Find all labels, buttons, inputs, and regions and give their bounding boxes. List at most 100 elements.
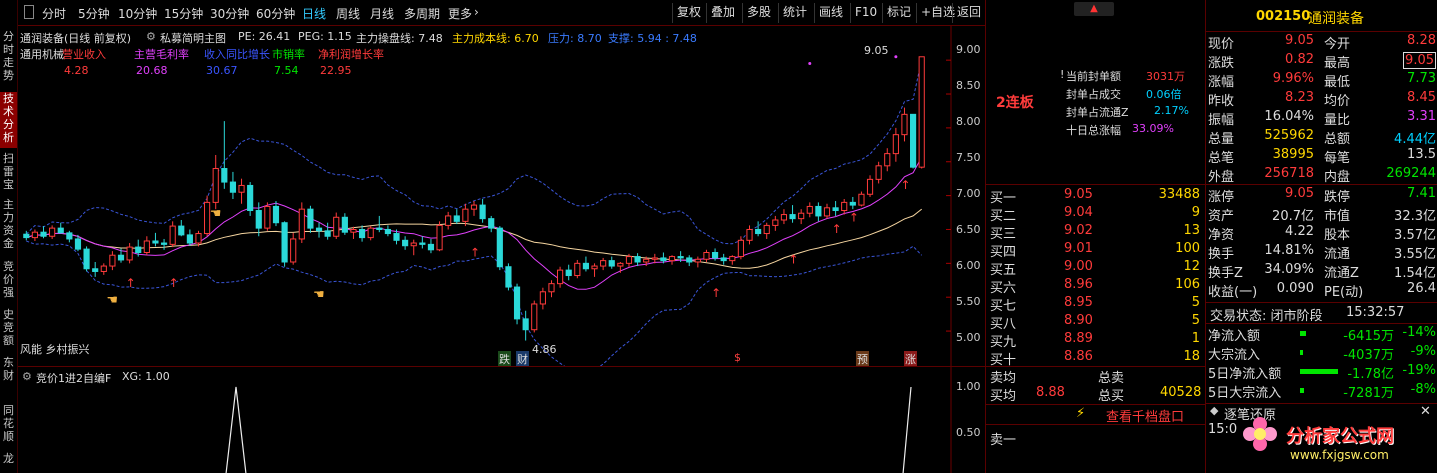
candle <box>272 201 280 227</box>
candle <box>892 127 899 162</box>
buy-signal-arrow: ↑ <box>849 210 859 224</box>
signal-dot <box>894 55 898 59</box>
stat-label: 量比 <box>1324 113 1351 128</box>
candle <box>92 261 99 277</box>
view-depth-link[interactable]: 查看千档盘口 <box>1106 406 1184 425</box>
side-tab-auction[interactable]: 竞价强 <box>0 260 17 302</box>
upper-band-line <box>25 59 923 245</box>
side-tab-eastmoney[interactable]: 东财 <box>0 356 17 386</box>
candle <box>910 113 917 169</box>
toolbar-mark[interactable]: 标记 <box>882 3 915 23</box>
toolbar-multi-stock[interactable]: 多股 <box>742 3 775 23</box>
period-5min[interactable]: 5分钟 <box>78 5 110 22</box>
period-multi[interactable]: 多周期 <box>404 5 440 22</box>
candle <box>109 251 116 271</box>
stat-value: 26.4 <box>1407 281 1436 296</box>
side-tab-auction-amount[interactable]: 史竞额 <box>0 308 17 350</box>
candlestick-plot[interactable]: ↑ ↑ ↑ ↑ ↑ ↑ ↑ ↑ ☚ ☚ ☚ <box>18 26 985 366</box>
side-tab-main-funds[interactable]: 主力资金 <box>0 198 17 254</box>
period-intraday[interactable]: 分时 <box>42 5 66 22</box>
y-tick-label: 7.50 <box>956 151 981 164</box>
bid-volume: 100 <box>1175 241 1200 256</box>
stat-value: 3.55亿 <box>1394 247 1436 262</box>
stat-label: 最高 <box>1324 56 1351 71</box>
candle <box>152 232 159 247</box>
candle <box>729 255 736 265</box>
stat-label: 现价 <box>1208 37 1235 52</box>
side-tab-technical[interactable]: 技术分析 <box>0 92 17 148</box>
stat-label: 昨收 <box>1208 94 1235 109</box>
marker-forecast[interactable]: 预 <box>856 351 869 367</box>
stat-label: 跌停 <box>1324 190 1351 205</box>
period-daily[interactable]: 日线 <box>302 5 326 22</box>
marker-limit-up[interactable]: 涨 <box>904 351 917 367</box>
toolbar-statistics[interactable]: 统计 <box>778 3 811 23</box>
period-10min[interactable]: 10分钟 <box>118 5 157 22</box>
candle <box>436 221 443 252</box>
collapse-up-icon[interactable]: ▲ <box>1074 2 1114 16</box>
candle <box>884 148 891 172</box>
candle <box>384 225 391 237</box>
indicator-plot[interactable] <box>18 367 985 473</box>
candle <box>746 225 753 245</box>
stat-value: 16.04% <box>1264 109 1314 124</box>
y-tick-label: 6.50 <box>956 223 981 236</box>
side-tab-ths[interactable]: 同花顺 <box>0 404 17 446</box>
candle <box>600 257 607 271</box>
candle <box>574 259 581 279</box>
toolbar-overlay[interactable]: 叠加 <box>706 3 739 23</box>
flow-label: 5日大宗流入 <box>1208 386 1282 401</box>
bid-volume: 12 <box>1183 259 1200 274</box>
stat-label: 股本 <box>1324 228 1351 243</box>
bid-level-label: 买七 <box>990 299 1017 314</box>
tick-collapse-icon[interactable]: ◆ <box>1210 404 1218 417</box>
tick-close-icon[interactable]: ✕ <box>1420 404 1431 419</box>
candle <box>40 226 47 239</box>
bid-list: 买一 9.05 33488 买二 9.04 9 买三 9.02 13 买四 9.01 100 买五 9.0… <box>986 184 1206 368</box>
seal-float-value: 2.17% <box>1154 104 1189 117</box>
marker-finance[interactable]: 财 <box>516 351 529 367</box>
marker-fall[interactable]: 跌 <box>498 351 511 367</box>
toolbar-restore-rights[interactable]: 复权 <box>672 3 705 23</box>
period-more[interactable]: 更多 <box>448 5 472 22</box>
toolbar-back[interactable]: 返回 <box>952 3 985 23</box>
bid-price: 8.95 <box>1064 295 1093 310</box>
candle <box>178 219 185 237</box>
period-30min[interactable]: 30分钟 <box>210 5 249 22</box>
toolbar-f10[interactable]: F10 <box>850 3 881 23</box>
candle <box>823 203 831 219</box>
candle <box>531 300 538 333</box>
side-tab-dragon[interactable]: 龙 <box>0 452 17 470</box>
toolbar-draw-line[interactable]: 画线 <box>814 3 847 23</box>
period-15min[interactable]: 15分钟 <box>164 5 203 22</box>
buy-signal-arrow: ↑ <box>126 276 136 290</box>
stat-value: 269244 <box>1386 166 1436 181</box>
panel-toggle-icon[interactable] <box>24 5 34 19</box>
flow-bar <box>1300 369 1338 374</box>
signal-dot <box>808 62 812 66</box>
concept-tags: 风能 乡村振兴 <box>20 343 90 356</box>
marker-dollar[interactable]: $ <box>734 351 741 364</box>
side-tab-minesweeper[interactable]: 扫雷宝 <box>0 152 17 194</box>
stat-label: 净资 <box>1208 228 1235 243</box>
flow-value: -7281万 <box>1343 386 1394 401</box>
bid-price: 9.04 <box>1064 205 1093 220</box>
stat-value: 9.05 <box>1285 186 1314 201</box>
candle <box>341 213 348 235</box>
stock-name: 通润装备 <box>1308 11 1364 27</box>
hand-pointer-icon: ☚ <box>210 206 222 221</box>
period-weekly[interactable]: 周线 <box>336 5 360 22</box>
candle <box>849 196 856 210</box>
candle <box>419 236 426 249</box>
side-tab-intraday[interactable]: 分时走势 <box>0 30 17 82</box>
flow-value: -4037万 <box>1343 348 1394 363</box>
stat-label: 涨跌 <box>1208 56 1235 71</box>
stat-value: 4.22 <box>1285 224 1314 239</box>
y-tick-label: 8.00 <box>956 115 981 128</box>
stat-value: 9.05 <box>1285 33 1314 48</box>
tick-time: 15:0 <box>1208 422 1238 437</box>
candle <box>57 222 64 234</box>
period-60min[interactable]: 60分钟 <box>256 5 295 22</box>
flow-value: -1.78亿 <box>1347 367 1394 382</box>
period-monthly[interactable]: 月线 <box>370 5 394 22</box>
